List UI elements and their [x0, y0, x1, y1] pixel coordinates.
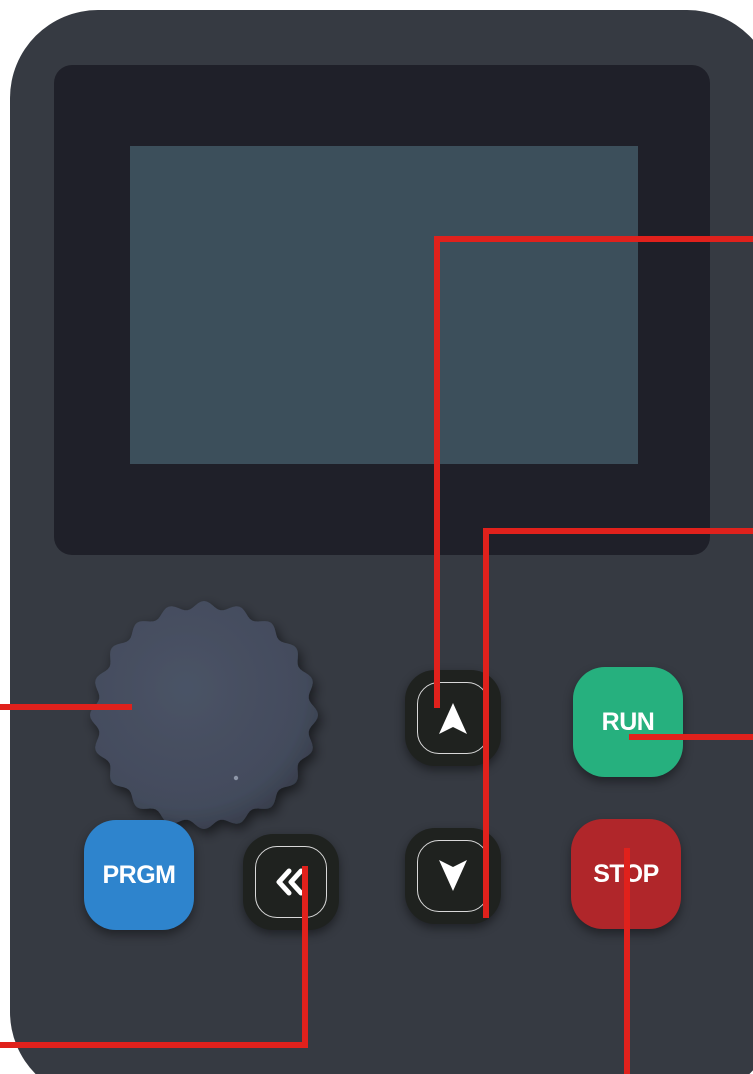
prgm-button-label: PRGM [102, 860, 177, 889]
jog-dial-knob[interactable] [90, 601, 318, 829]
prgm-button[interactable]: PRGM [84, 820, 194, 930]
run-button[interactable]: RUN [573, 667, 683, 777]
stop-button-label: STOP [593, 859, 659, 888]
shift-button[interactable] [243, 834, 339, 930]
stop-button[interactable]: STOP [571, 819, 681, 929]
run-button-label: RUN [601, 707, 655, 736]
arrow-down-icon [439, 860, 467, 891]
double-chevron-left-icon [276, 868, 304, 896]
knob-indicator-dot [233, 775, 239, 781]
arrow-up-icon [439, 703, 467, 734]
up-button[interactable] [405, 670, 501, 766]
down-button[interactable] [405, 828, 501, 924]
keypad-diagram: RUN STOP PRGM [0, 0, 753, 1074]
